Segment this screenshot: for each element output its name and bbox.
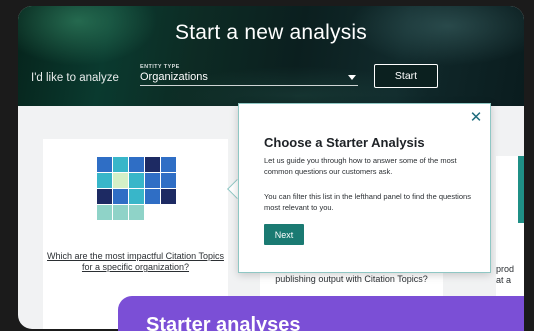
starter-analysis-popover: ✕ Choose a Starter Analysis Let us guide… [238, 103, 491, 273]
banner-title: Starter analyses [146, 314, 301, 331]
card-question-text: publishing output with Citation Topics? [275, 274, 428, 284]
popover-body-filter-hint: You can filter this list in the lefthand… [264, 192, 471, 212]
entity-type-dropdown[interactable]: ENTITY TYPE Organizations [140, 64, 358, 86]
page-title: Start a new analysis [175, 21, 367, 44]
popover-body-intro: Let us guide you through how to answer s… [264, 156, 457, 176]
close-icon[interactable]: ✕ [469, 110, 483, 125]
entity-type-caption: ENTITY TYPE [140, 64, 180, 70]
starter-analyses-banner: Starter analyses [118, 296, 524, 331]
popover-title: Choose a Starter Analysis [264, 135, 425, 150]
next-button[interactable]: Next [264, 224, 304, 245]
chevron-down-icon [348, 74, 356, 80]
hero-header: Start a new analysis I'd like to analyze… [18, 6, 524, 106]
card-question-text-partial: prod at a [496, 264, 515, 285]
analyze-label: I'd like to analyze [31, 72, 119, 84]
card-question-link[interactable]: Which are the most impactful Citation To… [43, 251, 228, 273]
app-window: Start a new analysis I'd like to analyze… [18, 6, 524, 329]
card-icon-edge [518, 156, 524, 223]
entity-type-value: Organizations [140, 71, 208, 83]
start-button[interactable]: Start [374, 64, 438, 88]
entity-type-select[interactable]: Organizations [140, 71, 358, 86]
